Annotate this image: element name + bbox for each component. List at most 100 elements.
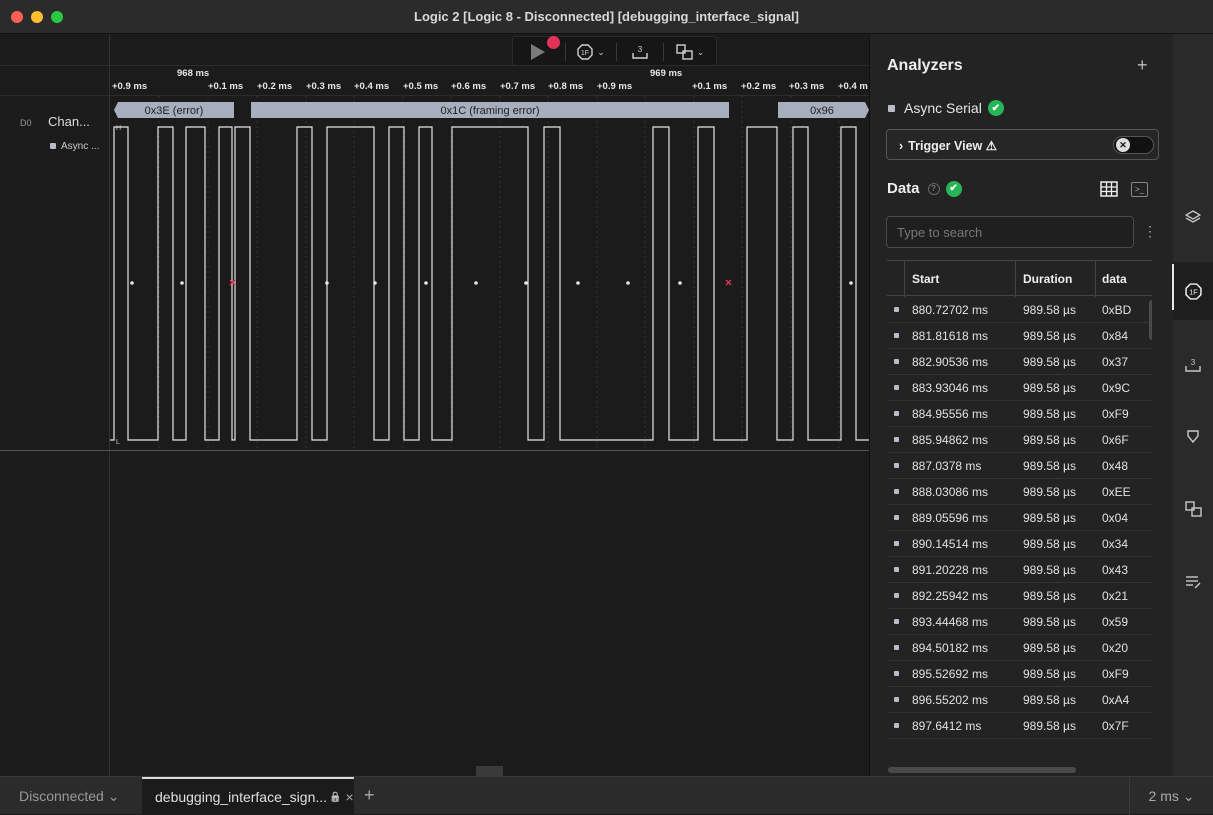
chevron-down-icon: ⌄ [696,46,705,57]
measure-button[interactable]: 3 [618,37,662,67]
table-row[interactable]: 884.95556 ms 989.58 µs 0xF9 [887,401,1152,427]
device-settings-icon[interactable] [1173,202,1213,232]
cell-start: 893.44468 ms [912,615,989,629]
table-row[interactable]: 883.93046 ms 989.58 µs 0x9C [887,375,1152,401]
column-header-start[interactable]: Start [912,272,939,286]
session-tab[interactable]: debugging_interface_sign... 🔒 × [142,777,354,815]
vertical-scrollbar[interactable] [1149,300,1152,340]
row-color-icon [894,671,899,676]
measurements-tab-icon[interactable]: 3 [1173,350,1213,380]
table-row[interactable]: 881.81618 ms 989.58 µs 0x84 [887,323,1152,349]
table-row[interactable]: 880.72702 ms 989.58 µs 0xBD [887,297,1152,323]
channel-name[interactable]: Chan... [48,114,90,129]
device-dropdown[interactable]: Disconnected ⌄ [0,777,142,815]
more-options-icon[interactable]: ⋮ [1143,223,1157,240]
horizontal-scrollbar[interactable] [888,767,1076,773]
table-row[interactable]: 887.0378 ms 989.58 µs 0x48 [887,453,1152,479]
window-title: Logic 2 [Logic 8 - Disconnected] [debugg… [414,9,799,24]
ruler-tick-label: 969 ms [650,68,683,79]
ruler-tick-label: +0.7 ms [500,81,536,92]
waveform-area[interactable]: 1F ⌄ 3 ⌄ +0.9 ms 968 ms +0.1 ms +0.2 ms … [0,34,869,776]
analyzers-tab-icon[interactable]: 1F [1173,276,1213,306]
svg-text:3: 3 [1191,358,1196,367]
table-row[interactable]: 895.52692 ms 989.58 µs 0xF9 [887,661,1152,687]
capture-toolbar: 1F ⌄ 3 ⌄ [0,34,869,66]
ruler-tick-label: +0.8 ms [548,81,584,92]
data-section-title: Data ? ✔ [887,180,962,197]
row-color-icon [894,697,899,702]
waveform-canvas[interactable]: 0x3E (error) 0x1C (framing error) 0x96 H… [110,96,869,452]
analyzer-item-async-serial[interactable]: Async Serial ✔ [888,100,1004,116]
cell-duration: 989.58 µs [1023,329,1076,343]
help-icon[interactable]: ? [927,182,940,195]
data-search-input[interactable] [886,216,1134,248]
cell-duration: 989.58 µs [1023,303,1076,317]
cell-data: 0xBD [1102,303,1132,317]
timing-markers-tab-icon[interactable] [1173,422,1213,452]
cell-duration: 989.58 µs [1023,719,1076,733]
cell-duration: 989.58 µs [1023,615,1076,629]
trigger-view-toggle[interactable]: ✕ [1113,136,1154,154]
extensions-tab-icon[interactable] [1173,494,1213,524]
table-row[interactable]: 888.03086 ms 989.58 µs 0xEE [887,479,1152,505]
channel-analyzer-label: Async ... [50,141,99,152]
add-analyzer-button[interactable]: + [1137,55,1148,76]
cell-start: 882.90536 ms [912,355,989,369]
row-color-icon [894,645,899,650]
column-header-data[interactable]: data [1102,272,1127,286]
data-table[interactable]: Start Duration data 880.72702 ms 989.58 µ… [887,260,1152,774]
table-row[interactable]: 890.14514 ms 989.58 µs 0x34 [887,531,1152,557]
decoded-frames: 0x3E (error) 0x1C (framing error) 0x96 [114,102,869,118]
table-row[interactable]: 882.90536 ms 989.58 µs 0x37 [887,349,1152,375]
cell-data: 0x84 [1102,329,1129,343]
cell-data: 0x04 [1102,511,1129,525]
ruler-tick-label: +0.4 ms [354,81,390,92]
analyzer-name: Async Serial [904,100,982,116]
ruler-tick-label: +0.2 ms [741,81,777,92]
cell-start: 885.94862 ms [912,433,989,447]
new-session-button[interactable]: + [364,785,375,806]
column-header-duration[interactable]: Duration [1023,272,1072,286]
notes-tab-icon[interactable] [1173,567,1213,597]
chevron-right-icon: › [899,139,904,153]
terminal-view-icon[interactable]: >_ [1131,182,1148,197]
row-color-icon [894,385,899,390]
time-ruler[interactable]: +0.9 ms 968 ms +0.1 ms +0.2 ms +0.3 ms +… [0,66,869,96]
analyzers-panel: Analyzers + Async Serial ✔ › Trigger View… [869,34,1173,776]
cell-duration: 989.58 µs [1023,511,1076,525]
table-row[interactable]: 894.50182 ms 989.58 µs 0x20 [887,635,1152,661]
cell-duration: 989.58 µs [1023,381,1076,395]
play-icon [531,44,545,60]
table-row[interactable]: 897.6412 ms 989.58 µs 0x7F [887,713,1152,739]
table-row[interactable]: 892.25942 ms 989.58 µs 0x21 [887,583,1152,609]
cell-data: 0x34 [1102,537,1129,551]
low-level-label: L [116,439,120,446]
table-row[interactable]: 885.94862 ms 989.58 µs 0x6F [887,427,1152,453]
table-row[interactable]: 891.20228 ms 989.58 µs 0x43 [887,557,1152,583]
close-tab-icon[interactable]: × [345,789,353,805]
zoom-level-dropdown[interactable]: 2 ms ⌄ [1129,777,1213,815]
ruler-tick-label: +0.5 ms [403,81,439,92]
table-row[interactable]: 896.55202 ms 989.58 µs 0xA4 [887,687,1152,713]
cell-duration: 989.58 µs [1023,693,1076,707]
side-toolbar: 1F 3 [1173,34,1213,776]
table-row[interactable]: 889.05596 ms 989.58 µs 0x04 [887,505,1152,531]
table-view-icon[interactable] [1100,181,1118,197]
status-bar: Disconnected ⌄ debugging_interface_sign.… [0,776,1213,815]
channel-analyzer-name: Async ... [61,141,100,152]
trigger-view-row[interactable]: › Trigger View ⚠ ✕ [886,129,1159,160]
cell-start: 890.14514 ms [912,537,989,551]
row-color-icon [894,307,899,312]
analyzer-color-icon [888,104,895,112]
frame-label: 0x3E (error) [145,105,204,117]
cell-duration: 989.58 µs [1023,433,1076,447]
table-row[interactable]: 893.44468 ms 989.58 µs 0x59 [887,609,1152,635]
extensions-menu-button[interactable]: ⌄ [665,37,715,67]
row-color-icon [894,359,899,364]
cell-start: 894.50182 ms [912,641,989,655]
row-color-icon [894,437,899,442]
horizontal-scroll-handle[interactable] [476,766,503,776]
close-icon: ✕ [1116,138,1130,152]
analyzer-menu-button[interactable]: 1F ⌄ [567,37,615,67]
measurement-icon: 3 [632,45,648,59]
